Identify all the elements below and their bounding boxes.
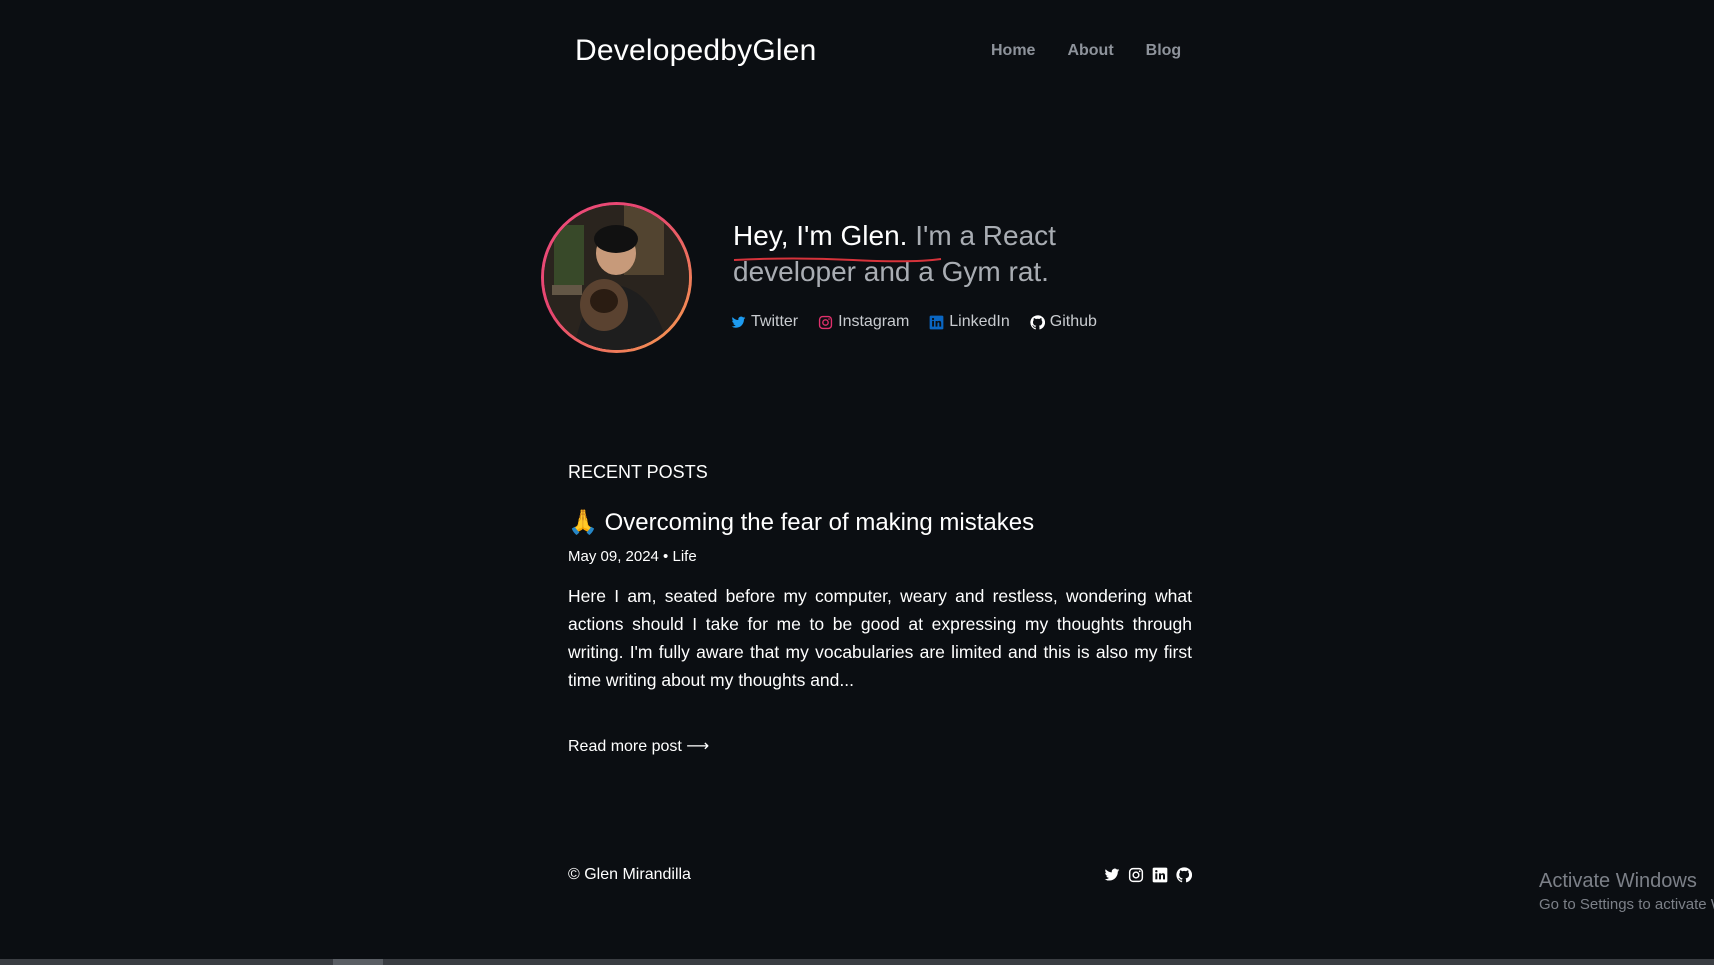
watermark-subtitle: Go to Settings to activate W [1539,896,1714,913]
post-excerpt: Here I am, seated before my computer, we… [568,586,1192,690]
nav-blog[interactable]: Blog [1146,42,1182,60]
read-more-link[interactable]: Read more post ⟶ [568,736,709,756]
avatar-photo-illustration [544,205,689,350]
linkedin-icon [929,315,944,329]
footer-copyright: © Glen Mirandilla [568,866,691,883]
twitter-icon [1104,868,1120,881]
nav-about[interactable]: About [1067,42,1113,60]
github-icon [1030,314,1045,329]
social-instagram-label: Instagram [838,313,910,330]
instagram-icon [819,315,833,329]
instagram-icon [1128,867,1144,883]
avatar [541,202,692,353]
social-linkedin-label: LinkedIn [949,313,1010,330]
social-github-label: Github [1049,313,1097,330]
social-links: Twitter Instagram LinkedIn Github [731,313,1097,331]
social-twitter[interactable]: Twitter [731,313,798,331]
footer-twitter-link[interactable] [1104,867,1120,883]
avatar-photo [544,205,689,350]
linkedin-icon [1152,867,1168,883]
footer-social-icons [1104,867,1192,883]
page: DevelopedbyGlen Home About Blog Hey, I'm… [0,0,1714,965]
social-twitter-label: Twitter [751,313,799,330]
social-linkedin[interactable]: LinkedIn [929,313,1010,331]
footer-github-link[interactable] [1176,867,1192,883]
github-icon [1176,867,1192,883]
main-nav: Home About Blog [991,42,1181,60]
post-emoji: 🙏 [568,509,598,536]
watermark-title: Activate Windows [1539,870,1697,892]
post-title-link[interactable]: 🙏 Overcoming the fear of making mistakes [568,508,1034,537]
scrollbar-thumb[interactable] [333,959,383,965]
nav-home[interactable]: Home [991,42,1035,60]
footer-linkedin-link[interactable] [1152,867,1168,883]
twitter-icon [731,316,746,328]
recent-posts-heading: RECENT POSTS [568,462,708,482]
windows-activation-watermark: Activate Windows Go to Settings to activ… [1539,870,1714,913]
post-meta: May 09, 2024 • Life [568,548,697,565]
hero-heading: Hey, I'm Glen. I'm a React developer and… [733,218,1153,290]
post-title: Overcoming the fear of making mistakes [604,509,1035,536]
horizontal-scrollbar[interactable] [0,959,1714,965]
social-github[interactable]: Github [1030,313,1097,331]
hero-underline [733,257,942,263]
hero-greeting: Hey, I'm Glen. [733,220,908,251]
social-instagram[interactable]: Instagram [818,313,909,331]
site-logo[interactable]: DevelopedbyGlen [575,34,817,68]
footer-instagram-link[interactable] [1128,867,1144,883]
